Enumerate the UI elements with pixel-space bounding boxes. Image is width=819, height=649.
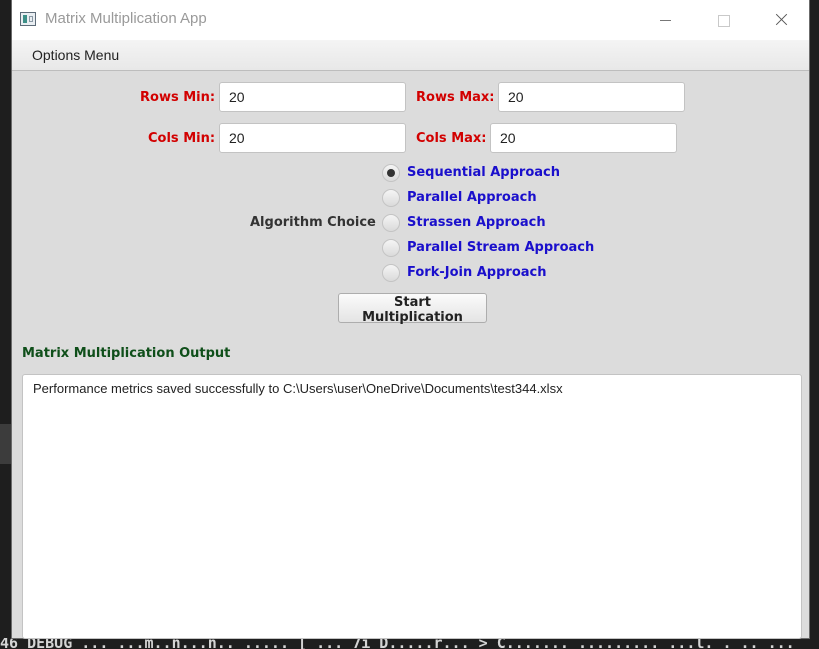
radio-parallel[interactable] (382, 189, 400, 207)
algorithm-choice-label: Algorithm Choice (250, 215, 376, 230)
cols-max-field[interactable] (490, 123, 677, 153)
minimize-icon[interactable] (650, 8, 680, 32)
rows-max-field[interactable] (498, 82, 685, 112)
rows-min-label: Rows Min: (140, 90, 216, 105)
cols-min-label: Cols Min: (148, 131, 216, 146)
radio-fork-join[interactable] (382, 264, 400, 282)
cols-min-field[interactable] (219, 123, 406, 153)
output-message: Performance metrics saved successfully t… (33, 381, 563, 396)
rows-max-label: Rows Max: (416, 90, 495, 105)
radio-sequential[interactable] (382, 164, 400, 182)
output-title: Matrix Multiplication Output (22, 346, 231, 361)
radio-label-sequential[interactable]: Sequential Approach (407, 165, 560, 180)
rows-min-field[interactable] (219, 82, 406, 112)
start-multiplication-button[interactable]: Start Multiplication (338, 293, 487, 325)
output-text-area[interactable]: Performance metrics saved successfully t… (22, 374, 802, 639)
title-bar[interactable]: Matrix Multiplication App (12, 0, 809, 40)
radio-label-parallel[interactable]: Parallel Approach (407, 190, 537, 205)
options-menu[interactable]: Options Menu (32, 47, 119, 63)
menu-bar: Options Menu (12, 40, 809, 71)
cols-max-label: Cols Max: (416, 131, 487, 146)
radio-label-strassen[interactable]: Strassen Approach (407, 215, 546, 230)
window-title: Matrix Multiplication App (45, 10, 207, 27)
radio-parallel-stream[interactable] (382, 239, 400, 257)
radio-label-parallel-stream[interactable]: Parallel Stream Approach (407, 240, 594, 255)
app-icon (20, 12, 36, 26)
background-ide-text: 46 DEBUG ... ...m..n...n.. ..... [ ... 7… (0, 638, 819, 649)
radio-label-fork-join[interactable]: Fork-Join Approach (407, 265, 547, 280)
close-icon[interactable] (766, 8, 796, 32)
radio-strassen[interactable] (382, 214, 400, 232)
maximize-icon[interactable] (708, 8, 738, 32)
app-window: Matrix Multiplication App Options Menu R… (11, 0, 810, 639)
